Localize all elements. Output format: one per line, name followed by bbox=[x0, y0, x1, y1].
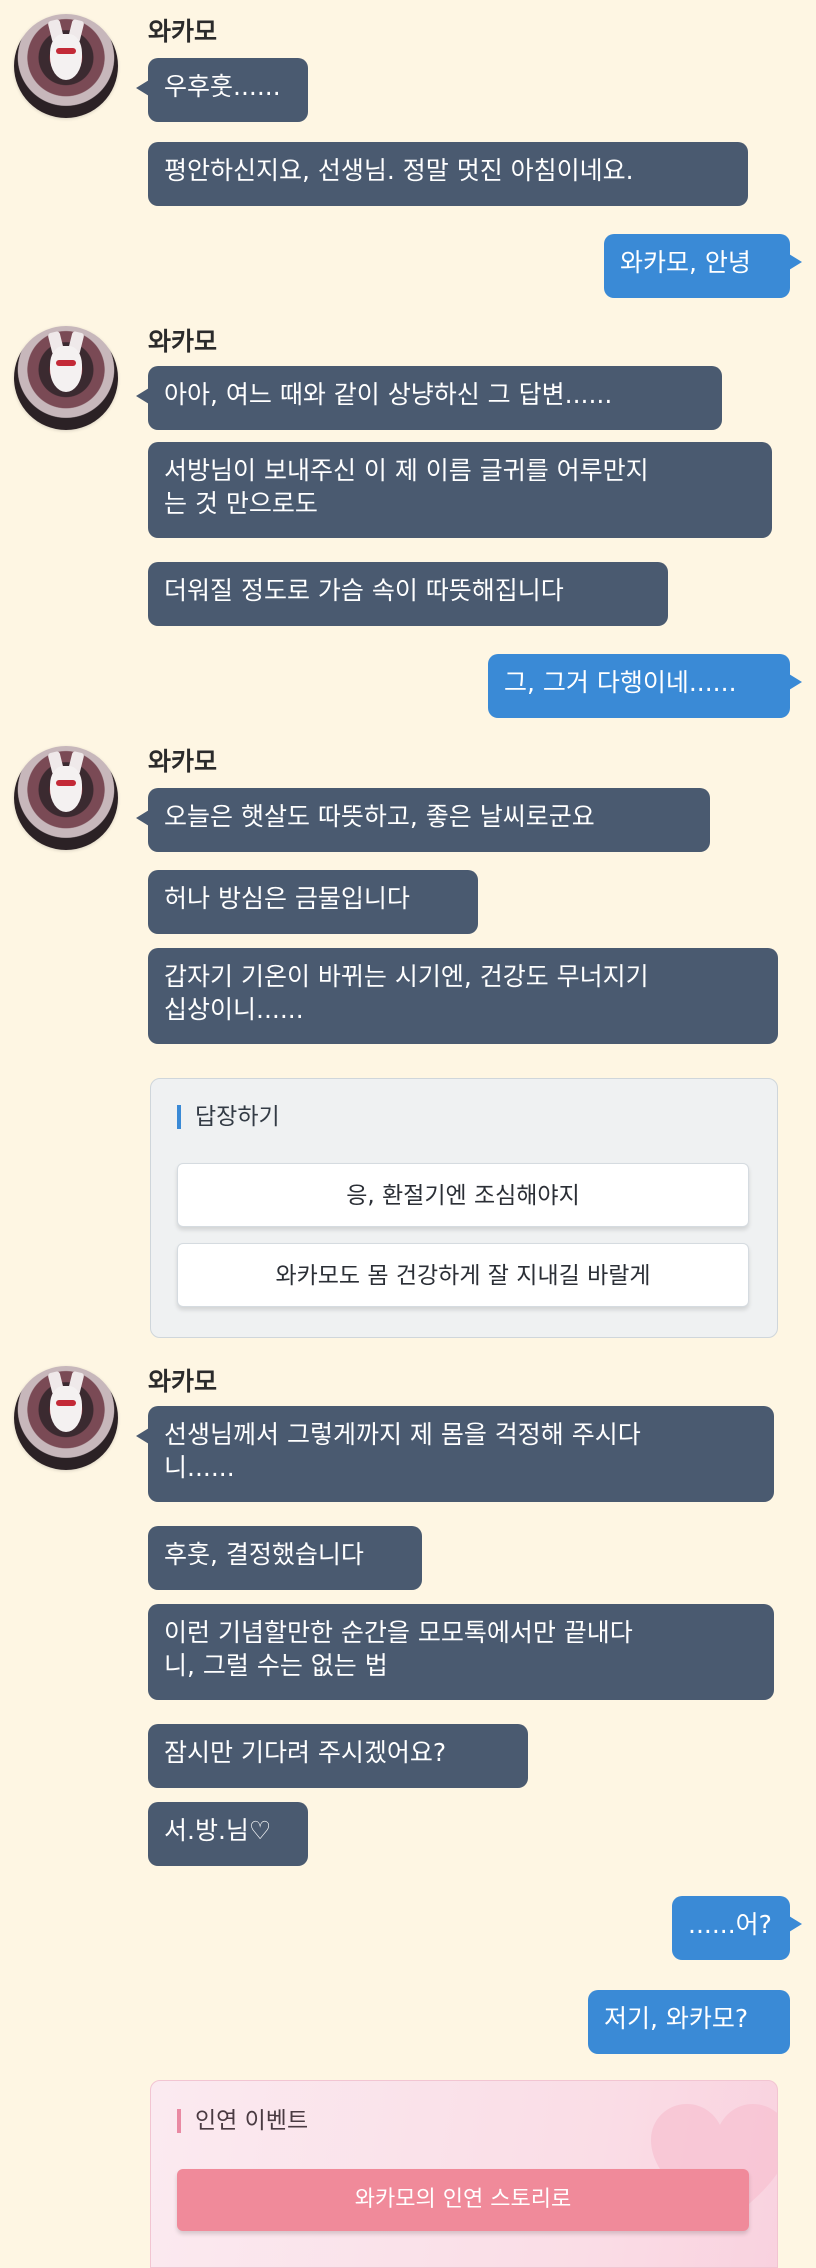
incoming-message: 오늘은 햇살도 따뜻하고, 좋은 날씨로군요 bbox=[136, 788, 710, 852]
incoming-message: 선생님께서 그렇게까지 제 몸을 걱정해 주시다 니...... bbox=[136, 1406, 774, 1502]
sender-name: 와카모 bbox=[148, 327, 218, 356]
avatar[interactable] bbox=[14, 746, 118, 850]
incoming-message: 평안하신지요, 선생님. 정말 멋진 아침이네요. bbox=[148, 142, 748, 206]
reply-option-button[interactable]: 와카모도 몸 건강하게 잘 지내길 바랄게 bbox=[177, 1243, 749, 1307]
outgoing-message: 그, 그거 다행이네...... bbox=[488, 654, 802, 718]
incoming-message: 이런 기념할만한 순간을 모모톡에서만 끝내다 니, 그럴 수는 없는 법 bbox=[148, 1604, 774, 1700]
incoming-message: 서방님이 보내주신 이 제 이름 글귀를 어루만지 는 것 만으로도 bbox=[148, 442, 772, 538]
incoming-message: 서.방.님♡ bbox=[148, 1802, 308, 1866]
avatar[interactable] bbox=[14, 326, 118, 430]
incoming-message: 잠시만 기다려 주시겠어요? bbox=[148, 1724, 528, 1788]
reply-panel: 답장하기 응, 환절기엔 조심해야지 와카모도 몸 건강하게 잘 지내길 바랄게 bbox=[150, 1078, 778, 1338]
incoming-message: 아아, 여느 때와 같이 상냥하신 그 답변...... bbox=[136, 366, 722, 430]
avatar[interactable] bbox=[14, 1366, 118, 1470]
sender-name: 와카모 bbox=[148, 1367, 218, 1396]
sender-name: 와카모 bbox=[148, 747, 218, 776]
incoming-message: 갑자기 기온이 바뀌는 시기엔, 건강도 무너지기 십상이니...... bbox=[148, 948, 778, 1044]
bond-story-button[interactable]: 와카모의 인연 스토리로 bbox=[177, 2169, 749, 2231]
incoming-message: 후훗, 결정했습니다 bbox=[148, 1526, 422, 1590]
outgoing-message: 저기, 와카모? bbox=[588, 1990, 790, 2054]
bond-event-panel: 인연 이벤트 와카모의 인연 스토리로 bbox=[150, 2080, 778, 2268]
outgoing-message: 와카모, 안녕 bbox=[604, 234, 802, 298]
incoming-message: 더워질 정도로 가슴 속이 따뜻해집니다 bbox=[148, 562, 668, 626]
incoming-message: 허나 방심은 금물입니다 bbox=[148, 870, 478, 934]
outgoing-message: ......어? bbox=[672, 1896, 802, 1960]
reply-title: 답장하기 bbox=[177, 1105, 280, 1129]
sender-name: 와카모 bbox=[148, 17, 218, 46]
event-title: 인연 이벤트 bbox=[177, 2109, 308, 2133]
avatar[interactable] bbox=[14, 14, 118, 118]
incoming-message: 우후훗...... bbox=[136, 58, 308, 122]
reply-option-button[interactable]: 응, 환절기엔 조심해야지 bbox=[177, 1163, 749, 1227]
